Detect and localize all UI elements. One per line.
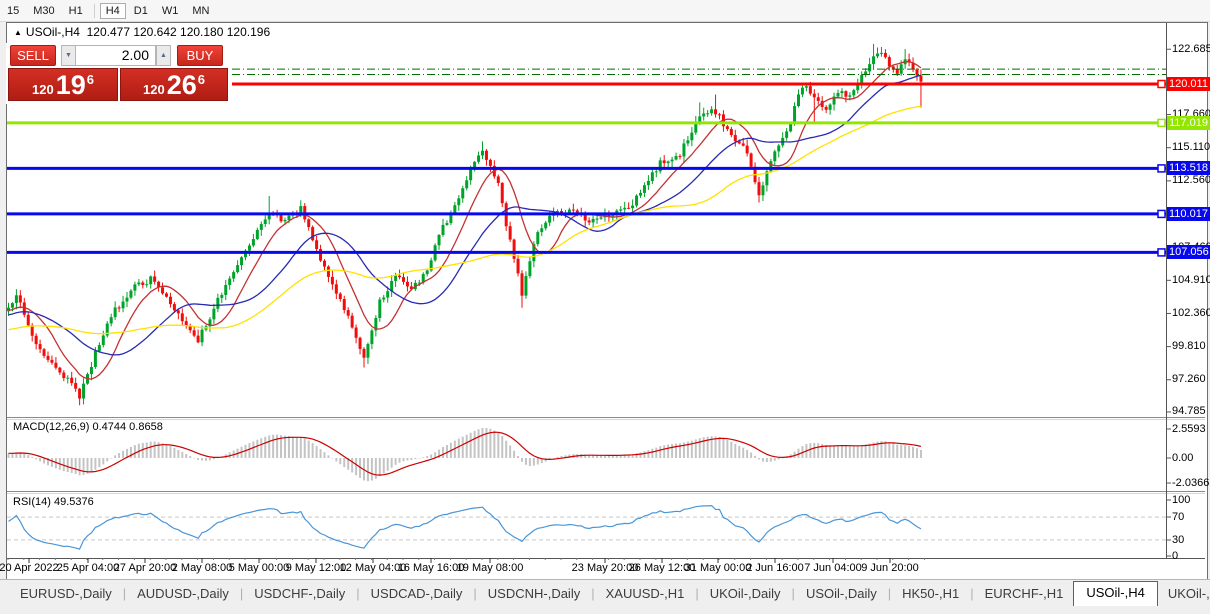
time-tick-label: 2 May 08:00 [172,562,233,574]
price-level-badge: 107.056 [1167,245,1210,259]
price-tick-label: 122.685 [1172,43,1210,55]
time-tick-label: 12 May 04:00 [340,562,407,574]
price-tick-label: 99.810 [1172,340,1206,352]
price-tick-label: 112.560 [1172,174,1210,186]
chart-tab-usdchf-daily[interactable]: USDCHF-,Daily [244,583,355,605]
macd-indicator-label: MACD(12,26,9) 0.4744 0.8658 [13,421,163,433]
time-tick-label: 19 May 08:00 [457,562,524,574]
volume-input[interactable]: 2.00 [75,45,156,66]
chart-tab-eurchf-h1[interactable]: EURCHF-,H1 [975,583,1074,605]
volume-increase-button[interactable]: ▲ [156,45,171,66]
time-tick-label: 16 May 16:00 [398,562,465,574]
chart-tab-eurusd-daily[interactable]: EURUSD-,Daily [10,583,122,605]
indicator-tick-label: 100 [1172,494,1190,506]
chart-tab-xauusd-h1[interactable]: XAUUSD-,H1 [596,583,695,605]
bid-price[interactable]: 120 19 6 [8,68,118,101]
chart-title: ▲ USOil-,H4 120.477 120.642 120.180 120.1… [14,25,270,39]
volume-decrease-button[interactable]: ▼ [61,45,76,66]
indicator-tick-label: -2.0366 [1172,477,1209,489]
ask-prefix: 120 [143,82,165,97]
price-level-badge: 110.017 [1167,207,1210,221]
price-tick-label: 104.910 [1172,274,1210,286]
rsi-indicator-label: RSI(14) 49.5376 [13,496,94,508]
price-level-badge: 120.011 [1167,77,1210,91]
chart-tab-hk50-h1[interactable]: HK50-,H1 [892,583,969,605]
chart-tab-usoil-daily[interactable]: USOil-,Daily [796,583,887,605]
time-tick-label: 27 Apr 20:00 [114,562,176,574]
time-tick-label: 5 May 00:00 [229,562,290,574]
time-tick-label: 2 Jun 16:00 [746,562,804,574]
bid-prefix: 120 [32,82,54,97]
bid-big-digits: 19 [56,73,86,97]
price-tick-label: 115.110 [1172,141,1210,153]
indicator-tick-label: 30 [1172,534,1184,546]
price-tick-label: 97.260 [1172,373,1206,385]
chart-tab-audusd-daily[interactable]: AUDUSD-,Daily [127,583,239,605]
indicator-tick-label: 0 [1172,550,1178,562]
bid-superscript: 6 [87,72,94,87]
price-level-badge: 113.518 [1167,161,1210,175]
price-tick-label: 94.785 [1172,405,1206,417]
symbol-name: USOil-,H4 [26,25,80,39]
time-tick-label: 7 Jun 04:00 [804,562,862,574]
buy-button[interactable]: BUY [177,45,223,66]
time-tick-label: 25 Apr 04:00 [57,562,119,574]
chart-tab-bar: EURUSD-,Daily|AUDUSD-,Daily|USDCHF-,Dail… [0,579,1210,614]
chart-tab-usdcnh-daily[interactable]: USDCNH-,Daily [478,583,590,605]
time-tick-label: 9 Jun 20:00 [861,562,919,574]
time-tick-label: 31 May 00:00 [685,562,752,574]
mt4-workspace: 15M30H1H4D1W1MN ▲USOil-,H4 120.477 120.6… [0,0,1210,613]
indicator-tick-label: 0.00 [1172,452,1193,464]
price-level-badge: 117.019 [1167,116,1210,130]
time-tick-label: 20 Apr 2022 [0,562,59,574]
ask-big-digits: 26 [167,73,197,97]
indicator-tick-label: 70 [1172,511,1184,523]
chart-tab-ukoil-daily[interactable]: UKOil-,Daily [700,583,791,605]
indicator-tick-label: 2.5593 [1172,423,1206,435]
one-click-trading-panel: SELL ▼ 2.00 ▲ BUY 120 19 6 120 26 6 [6,43,232,104]
ask-superscript: 6 [198,72,205,87]
sell-button[interactable]: SELL [10,45,56,66]
time-tick-label: 9 May 12:00 [286,562,347,574]
ask-price[interactable]: 120 26 6 [120,68,228,101]
chart-tab-ukoil-h4[interactable]: UKOil-,H4 [1158,583,1210,605]
chart-tab-usdcad-daily[interactable]: USDCAD-,Daily [361,583,473,605]
price-tick-label: 102.360 [1172,307,1210,319]
ohlc-values: 120.477 120.642 120.180 120.196 [87,25,271,39]
collapse-triangle-icon[interactable]: ▲ [14,28,22,37]
chart-tab-usoil-h4[interactable]: USOil-,H4 [1073,581,1158,606]
